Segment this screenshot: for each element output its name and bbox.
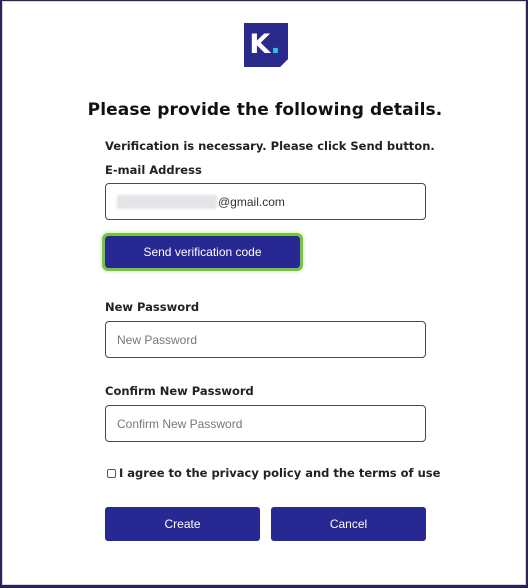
email-label: E-mail Address (105, 163, 202, 177)
create-button[interactable]: Create (105, 507, 260, 541)
send-verification-code-label: Send verification code (143, 245, 262, 259)
confirm-password-input[interactable]: Confirm New Password (105, 405, 426, 442)
k-logo-icon: K. (244, 23, 288, 67)
logo-letter: K (249, 28, 271, 60)
agreement-checkbox[interactable] (107, 468, 116, 478)
email-value-suffix: @gmail.com (218, 194, 285, 209)
create-button-label: Create (164, 517, 201, 531)
send-verification-code-button[interactable]: Send verification code (102, 233, 303, 271)
new-password-label: New Password (105, 300, 200, 314)
confirm-password-label: Confirm New Password (105, 384, 254, 398)
signup-card: K. Please provide the following details.… (2, 1, 526, 585)
new-password-placeholder: New Password (117, 332, 198, 347)
agreement-label: I agree to the privacy policy and the te… (119, 466, 441, 480)
cancel-button[interactable]: Cancel (271, 507, 426, 541)
email-field[interactable]: @gmail.com (105, 183, 426, 220)
confirm-password-placeholder: Confirm New Password (117, 416, 243, 431)
cancel-button-label: Cancel (329, 517, 368, 531)
agreement-row: I agree to the privacy policy and the te… (107, 466, 440, 480)
new-password-input[interactable]: New Password (105, 321, 426, 358)
logo-mark: K. (249, 31, 280, 58)
verification-note: Verification is necessary. Please click … (105, 139, 435, 153)
logo-dot: . (270, 28, 281, 60)
email-redacted-mask (117, 194, 217, 209)
page-title: Please provide the following details. (87, 100, 443, 120)
